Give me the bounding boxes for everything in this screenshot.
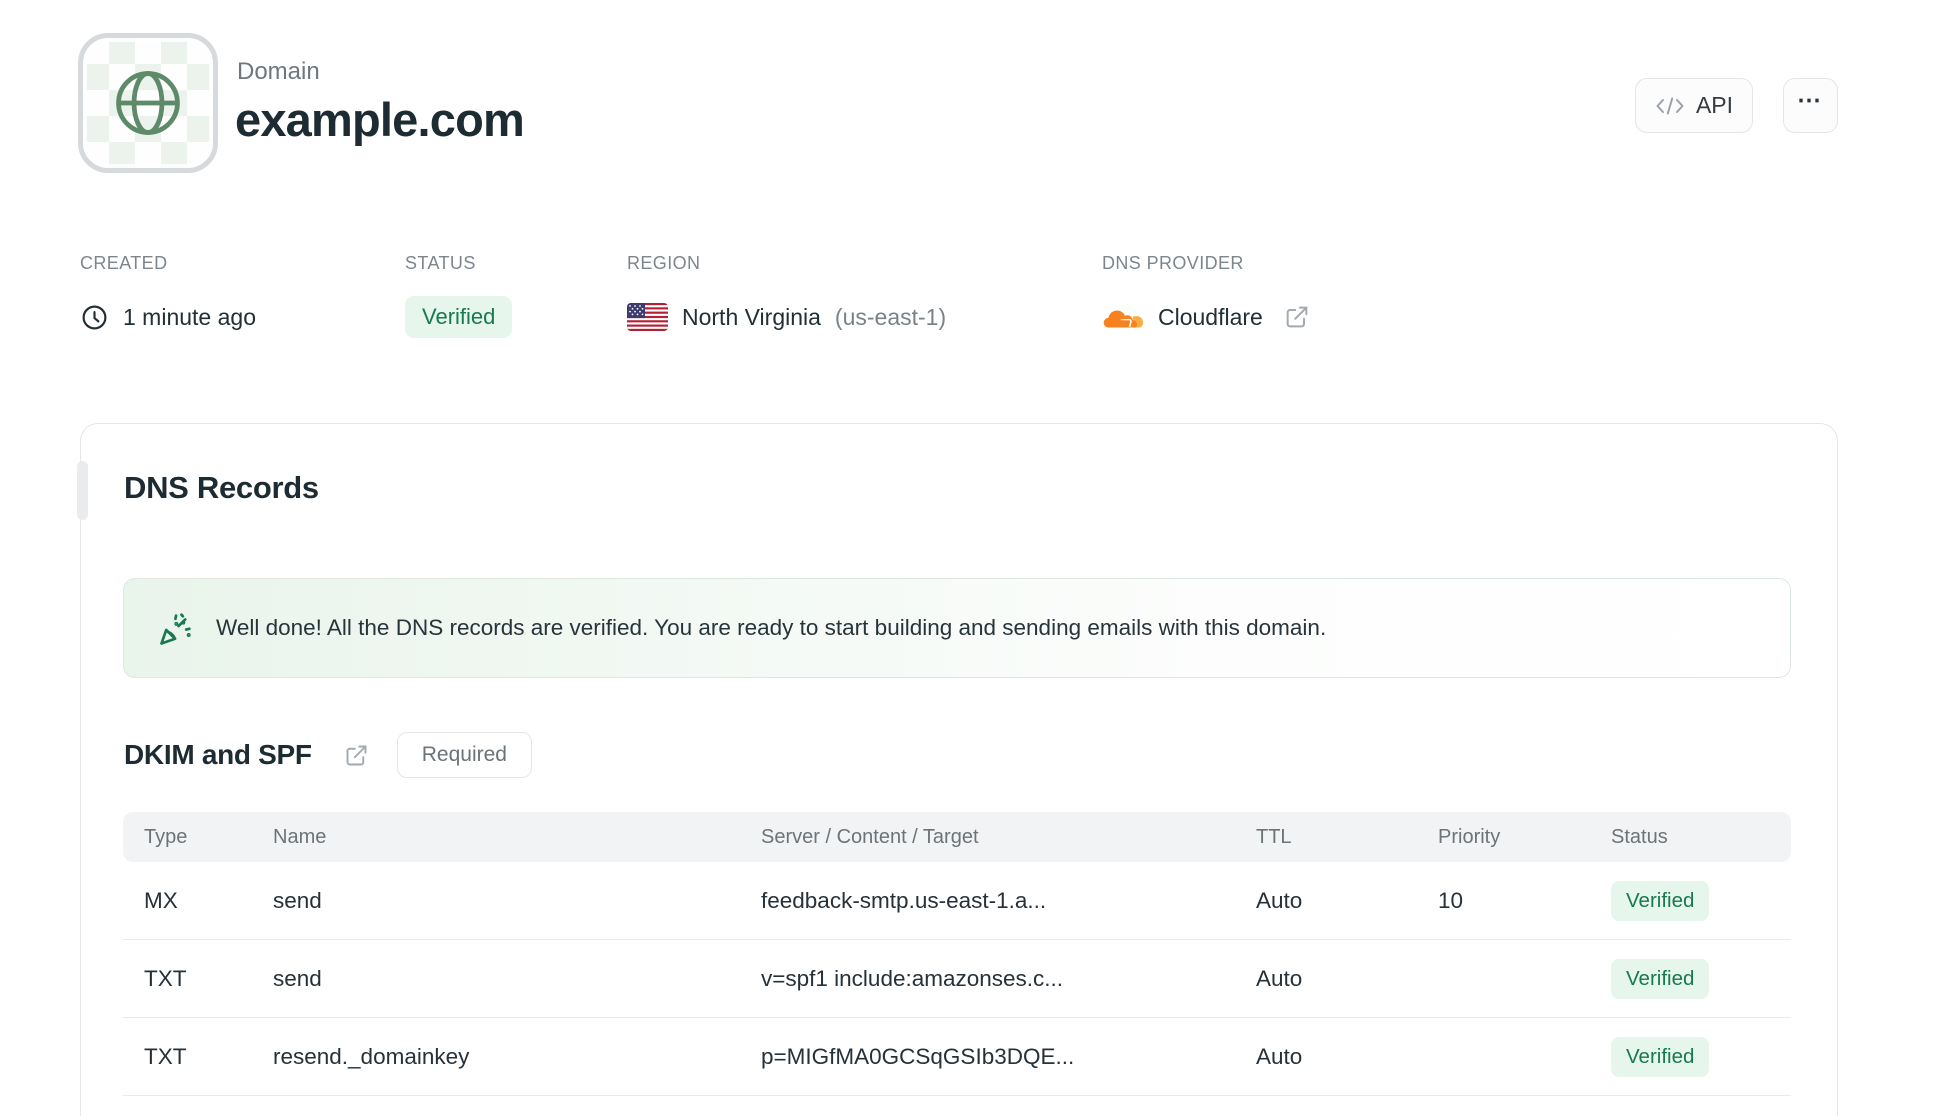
api-button[interactable]: API — [1635, 78, 1753, 133]
dns-records-card: DNS Records Well done! All the DNS recor… — [80, 423, 1838, 1116]
table-row[interactable]: TXT resend._domainkey p=MIGfMA0GCSqGSIb3… — [123, 1018, 1791, 1096]
col-header-status: Status — [1611, 825, 1668, 848]
col-header-name: Name — [273, 825, 327, 848]
section-scroll-indicator — [77, 461, 88, 520]
success-banner: Well done! All the DNS records are verif… — [123, 578, 1791, 678]
code-icon — [1655, 94, 1685, 118]
col-header-content: Server / Content / Target — [761, 825, 979, 848]
dkim-spf-section-header: DKIM and SPF Required — [124, 732, 532, 778]
col-header-ttl: TTL — [1256, 825, 1292, 848]
cell-content: v=spf1 include:amazonses.c... — [761, 965, 1064, 991]
meta-status: STATUS Verified — [405, 253, 513, 338]
dns-provider-value: Cloudflare — [1158, 303, 1263, 330]
region-code: (us-east-1) — [834, 303, 947, 330]
table-row[interactable]: MX send feedback-smtp.us-east-1.a... Aut… — [123, 862, 1791, 940]
external-link-icon[interactable] — [343, 742, 370, 769]
cell-type: MX — [144, 887, 178, 913]
table-header-row: Type Name Server / Content / Target TTL … — [123, 812, 1791, 862]
dns-provider-label: DNS PROVIDER — [1102, 253, 1244, 273]
dkim-spf-title: DKIM and SPF — [124, 739, 312, 770]
status-label: STATUS — [405, 253, 476, 273]
page-title: example.com — [235, 93, 525, 146]
success-banner-text: Well done! All the DNS records are verif… — [216, 615, 1327, 640]
cell-content: feedback-smtp.us-east-1.a... — [761, 887, 1047, 913]
col-header-priority: Priority — [1438, 825, 1501, 848]
col-header-type: Type — [144, 825, 188, 848]
status-badge: Verified — [1611, 880, 1710, 921]
cell-name: resend._domainkey — [273, 1043, 470, 1069]
created-value: 1 minute ago — [123, 303, 256, 330]
external-link-icon[interactable] — [1283, 303, 1311, 331]
domain-detail-page: Domain example.com API ⋯ CREATED 1 minut… — [0, 0, 1944, 1116]
cell-type: TXT — [144, 965, 187, 991]
cell-content: p=MIGfMA0GCSqGSIb3DQE... — [761, 1043, 1075, 1069]
cloudflare-cloud-icon — [1102, 302, 1144, 332]
created-label: CREATED — [80, 253, 168, 273]
globe-icon — [110, 65, 186, 141]
meta-region: REGION North Virginia (us-east-1) — [627, 253, 946, 338]
cell-ttl: Auto — [1256, 887, 1303, 913]
meta-created: CREATED 1 minute ago — [80, 253, 256, 338]
page-kicker: Domain — [237, 58, 320, 85]
region-value: North Virginia — [682, 303, 821, 330]
domain-avatar — [78, 33, 218, 173]
cell-ttl: Auto — [1256, 1043, 1303, 1069]
more-button[interactable]: ⋯ — [1783, 78, 1838, 133]
status-badge: Verified — [1611, 1036, 1710, 1077]
cell-priority: 10 — [1438, 887, 1464, 913]
us-flag-icon — [627, 303, 668, 331]
cell-name: send — [273, 887, 322, 913]
api-button-label: API — [1695, 92, 1734, 118]
region-label: REGION — [627, 253, 701, 273]
meta-dns-provider: DNS PROVIDER Cloudflare — [1102, 253, 1311, 338]
ellipsis-icon: ⋯ — [1797, 87, 1824, 114]
required-badge: Required — [396, 732, 532, 778]
dns-records-title: DNS Records — [124, 470, 319, 505]
cell-type: TXT — [144, 1043, 187, 1069]
clock-icon — [80, 303, 109, 332]
cell-name: send — [273, 965, 322, 991]
cell-ttl: Auto — [1256, 965, 1303, 991]
status-badge: Verified — [1611, 958, 1710, 999]
status-badge: Verified — [405, 296, 513, 338]
table-row[interactable]: TXT send v=spf1 include:amazonses.c... A… — [123, 940, 1791, 1018]
party-popper-icon — [158, 609, 196, 647]
dns-records-table: Type Name Server / Content / Target TTL … — [123, 812, 1791, 1096]
